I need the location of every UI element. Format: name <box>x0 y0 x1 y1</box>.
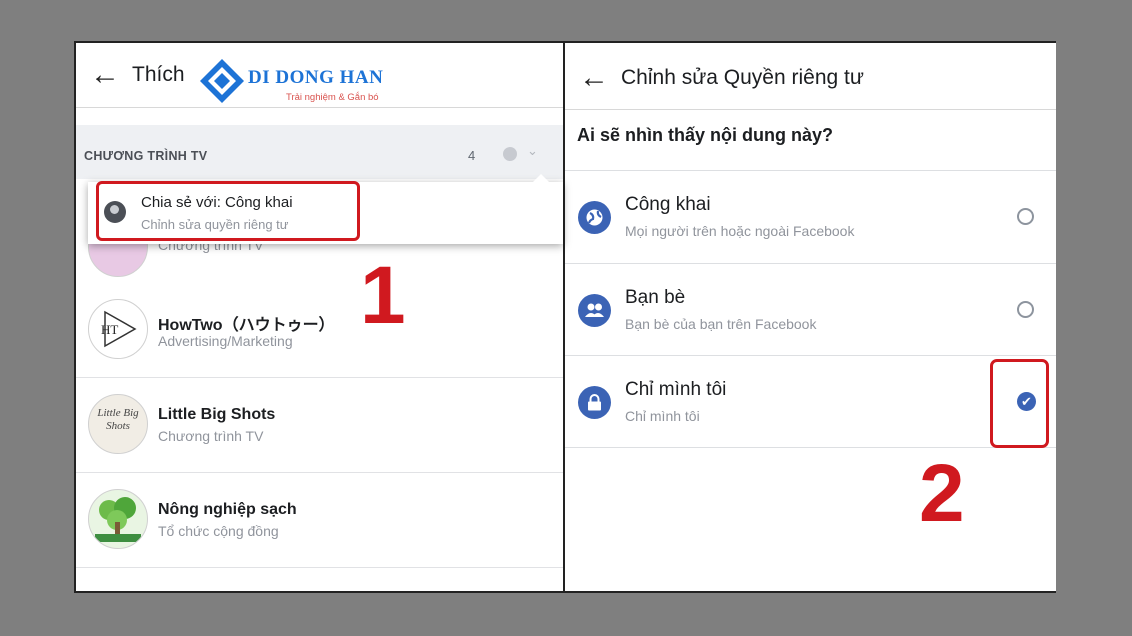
option-title: Công khai <box>625 194 711 215</box>
chevron-down-icon[interactable]: ⌄ <box>527 143 538 159</box>
page-title: Chỉnh sửa Quyền riêng tư <box>621 66 864 89</box>
popup-pointer <box>533 174 549 182</box>
privacy-globe-icon[interactable] <box>503 147 517 161</box>
logo-tagline: Trải nghiệm & Gắn bó <box>286 92 379 103</box>
avatar-text: HT <box>101 322 118 337</box>
avatar: HT <box>88 299 148 359</box>
friends-icon <box>578 294 611 327</box>
annotation-number: 1 <box>360 250 406 341</box>
logo-name: DI DONG HAN <box>248 67 384 88</box>
list-item[interactable]: Little Big Shots Little Big Shots Chương… <box>76 378 563 473</box>
globe-icon <box>578 201 611 234</box>
section-title: CHƯƠNG TRÌNH TV <box>84 149 208 163</box>
list-item-title: Nông nghiệp sạch <box>158 501 297 518</box>
radio-button[interactable] <box>1017 208 1034 225</box>
privacy-question: Ai sẽ nhìn thấy nội dung này? <box>577 125 834 145</box>
likes-header: ← Thích DI DONG HAN Trải nghiệm & Gắn bó <box>76 43 563 108</box>
screenshot-frame: ← Thích DI DONG HAN Trải nghiệm & Gắn bó… <box>74 41 1056 593</box>
option-friends[interactable]: Bạn bè Bạn bè của bạn trên Facebook <box>565 264 1056 356</box>
list-item-title: Little Big Shots <box>158 406 276 423</box>
option-subtitle: Mọi người trên hoặc ngoài Facebook <box>625 223 855 239</box>
option-only-me[interactable]: Chỉ mình tôi Chỉ mình tôi ✔ <box>565 356 1056 448</box>
page-title: Thích <box>132 63 185 86</box>
divider <box>565 447 1056 448</box>
avatar: Little Big Shots <box>88 394 148 454</box>
section-count: 4 <box>468 148 476 163</box>
annotation-highlight-box <box>990 359 1049 448</box>
back-arrow-icon[interactable]: ← <box>579 63 609 93</box>
annotation-number: 2 <box>919 448 965 539</box>
likes-panel: ← Thích DI DONG HAN Trải nghiệm & Gắn bó… <box>76 43 563 591</box>
option-subtitle: Chỉ mình tôi <box>625 408 700 424</box>
list-item-subtitle: Chương trình TV <box>158 428 264 444</box>
avatar <box>88 489 148 549</box>
list-item[interactable]: HT HowTwo（ハウトゥー） Advertising/Marketing <box>76 283 563 378</box>
lock-icon <box>578 386 611 419</box>
privacy-panel: ← Chỉnh sửa Quyền riêng tư Ai sẽ nhìn th… <box>565 43 1056 591</box>
option-title: Chỉ mình tôi <box>625 379 727 400</box>
avatar-text: Little Big Shots <box>97 407 139 432</box>
watermark-logo: DI DONG HAN Trải nghiệm & Gắn bó <box>196 57 386 107</box>
option-title: Bạn bè <box>625 287 686 308</box>
annotation-highlight-box <box>96 181 360 241</box>
option-subtitle: Bạn bè của bạn trên Facebook <box>625 316 817 332</box>
list-item[interactable]: Nông nghiệp sạch Tổ chức cộng đồng <box>76 473 563 568</box>
back-arrow-icon[interactable]: ← <box>90 60 120 90</box>
list-item-title: HowTwo（ハウトゥー） <box>158 317 335 334</box>
privacy-header: ← Chỉnh sửa Quyền riêng tư <box>565 43 1056 110</box>
list-item-subtitle: Advertising/Marketing <box>158 333 293 349</box>
diamond-logo-icon <box>200 59 244 103</box>
list-item-subtitle: Tổ chức cộng đồng <box>158 523 279 539</box>
option-public[interactable]: Công khai Mọi người trên hoặc ngoài Face… <box>565 171 1056 263</box>
radio-button[interactable] <box>1017 301 1034 318</box>
